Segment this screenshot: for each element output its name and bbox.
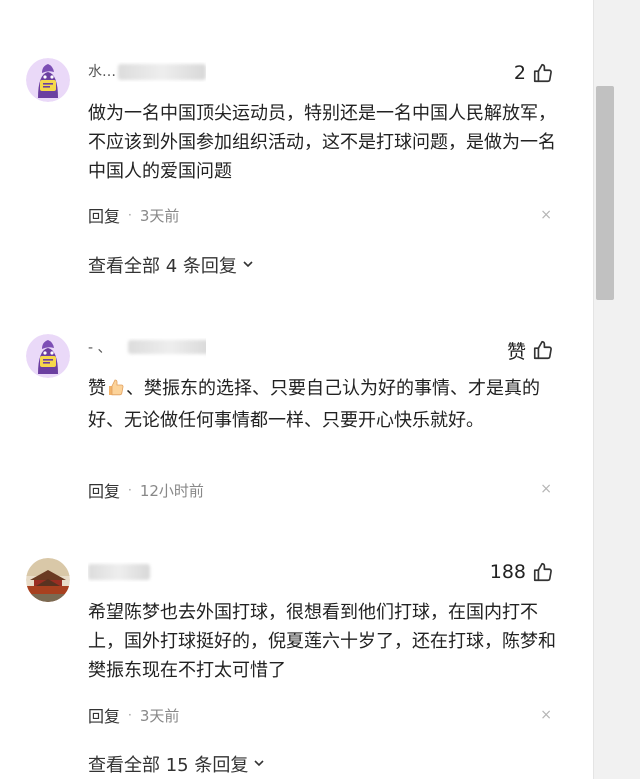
- comment-text: 做为一名中国顶尖运动员，特别还是一名中国人民解放军，不应该到外国参加组织活动，这…: [88, 103, 556, 182]
- like-button[interactable]: 188: [490, 559, 554, 585]
- comment-meta: 回复 · 3天前: [88, 703, 179, 727]
- timestamp: 3天前: [139, 706, 180, 725]
- reply-button[interactable]: 回复: [88, 703, 120, 727]
- like-button[interactable]: 2: [514, 60, 554, 86]
- username[interactable]: - 、: [88, 338, 206, 358]
- separator-dot: ·: [128, 483, 132, 497]
- username-blur: [88, 564, 150, 580]
- thumbs-up-icon: [532, 561, 554, 583]
- like-count: 赞: [506, 340, 526, 363]
- view-all-replies[interactable]: 查看全部 4 条回复: [88, 252, 255, 278]
- chevron-down-icon: [241, 255, 255, 276]
- scrollbar-thumb[interactable]: [596, 86, 614, 300]
- thumbs-up-emoji-icon: [106, 377, 126, 406]
- timestamp: 12小时前: [139, 481, 204, 500]
- avatar[interactable]: [26, 558, 70, 602]
- chevron-down-icon: [252, 754, 266, 775]
- like-count: 188: [489, 561, 526, 583]
- separator-dot: ·: [128, 708, 132, 722]
- comment-meta: 回复 · 3天前: [88, 203, 179, 227]
- username-blur: [128, 340, 206, 354]
- comment-item: 水… 2 做为一名中国顶尖运动员，特别还是一名中国人民解放军，不应该到外国参加组…: [0, 0, 594, 300]
- close-icon[interactable]: ×: [540, 707, 552, 723]
- username[interactable]: 水…: [88, 62, 206, 82]
- username-blur: [118, 64, 206, 80]
- comment-meta: 回复 · 12小时前: [88, 478, 204, 502]
- like-button[interactable]: 赞: [507, 337, 554, 363]
- view-all-replies[interactable]: 查看全部 15 条回复: [88, 751, 266, 777]
- like-count: 2: [513, 62, 526, 84]
- thumbs-up-icon: [532, 62, 554, 84]
- reply-button[interactable]: 回复: [88, 203, 120, 227]
- username[interactable]: [88, 562, 206, 582]
- thumbs-up-icon: [532, 339, 554, 361]
- reply-button[interactable]: 回复: [88, 478, 120, 502]
- comment-text: 赞、樊振东的选择、只要自己认为好的事情、才是真的好、无论做任何事情都一样、只要开…: [88, 377, 540, 431]
- timestamp: 3天前: [139, 206, 180, 225]
- avatar[interactable]: [26, 334, 70, 378]
- close-icon[interactable]: ×: [540, 481, 552, 497]
- avatar[interactable]: [26, 58, 70, 102]
- comment-text: 希望陈梦也去外国打球，很想看到他们打球，在国内打不上，国外打球挺好的，倪夏莲六十…: [88, 602, 556, 681]
- close-icon[interactable]: ×: [540, 207, 552, 223]
- separator-dot: ·: [128, 208, 132, 222]
